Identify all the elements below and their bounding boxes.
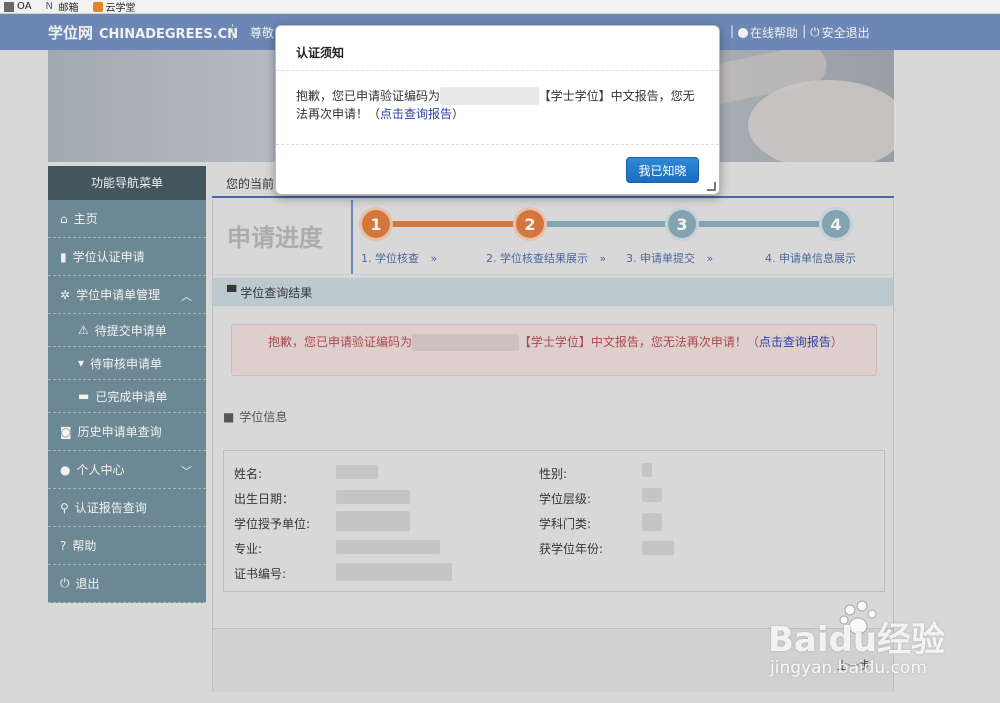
modal-title: 认证须知 <box>296 46 345 60</box>
modal-report-link[interactable]: 点击查询报告 <box>380 107 452 121</box>
modal-body: 抱歉，您已申请验证编码为XXXXXXXXXXXX【学士学位】中文报告，您无法再次… <box>296 87 706 123</box>
baidu-watermark: Baidu经验 <box>768 620 946 660</box>
modal-text-end: ） <box>452 107 465 121</box>
modal-text-prefix: 抱歉，您已申请验证编码为 <box>296 89 441 103</box>
notice-modal: 认证须知 抱歉，您已申请验证编码为XXXXXXXXXXXX【学士学位】中文报告，… <box>275 25 720 195</box>
modal-divider <box>276 144 719 145</box>
acknowledge-button[interactable]: 我已知晓 <box>626 157 699 183</box>
baidu-watermark-url: jingyan.baidu.com <box>770 658 927 678</box>
modal-divider <box>276 70 719 71</box>
resize-handle-icon[interactable] <box>707 182 716 191</box>
redacted-code: XXXXXXXXXXXX <box>440 87 539 105</box>
